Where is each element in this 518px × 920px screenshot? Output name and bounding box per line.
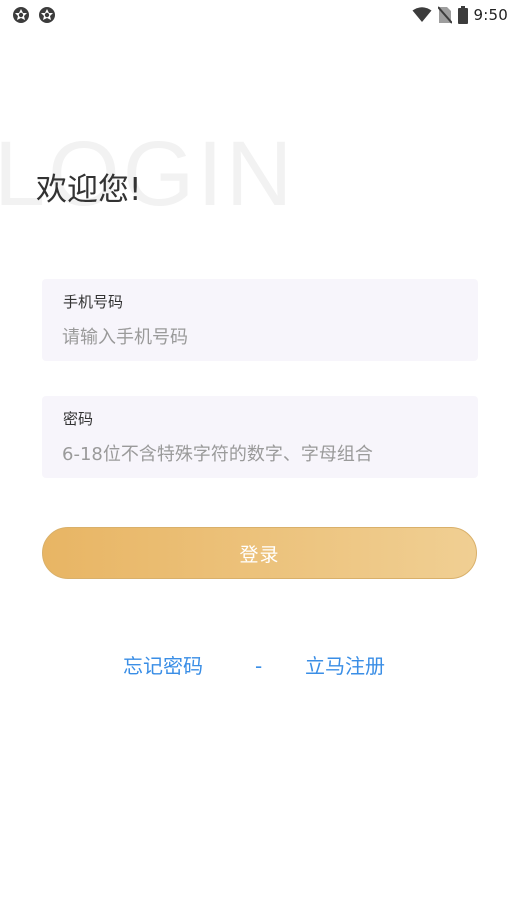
forgot-password-link[interactable]: 忘记密码 — [123, 652, 203, 680]
status-bar-notifications — [12, 6, 56, 24]
phone-field-label: 手机号码 — [63, 293, 124, 311]
password-field-label: 密码 — [63, 410, 94, 428]
no-sim-icon — [437, 6, 452, 24]
wifi-icon — [412, 7, 432, 22]
login-button[interactable]: 登录 — [42, 527, 477, 579]
status-bar-system: 9:50 — [412, 4, 508, 26]
phone-input[interactable] — [62, 323, 458, 351]
phone-field[interactable]: 手机号码 — [42, 279, 478, 361]
password-input[interactable] — [62, 440, 458, 468]
app-notification-icon — [39, 7, 55, 23]
status-bar: 9:50 — [0, 0, 518, 30]
register-link[interactable]: 立马注册 — [305, 652, 385, 680]
status-time: 9:50 — [473, 6, 508, 24]
battery-icon — [457, 6, 468, 24]
password-field[interactable]: 密码 — [42, 396, 478, 478]
link-separator: - — [255, 654, 263, 678]
welcome-title: 欢迎您! — [36, 172, 142, 208]
app-notification-icon — [13, 7, 29, 23]
